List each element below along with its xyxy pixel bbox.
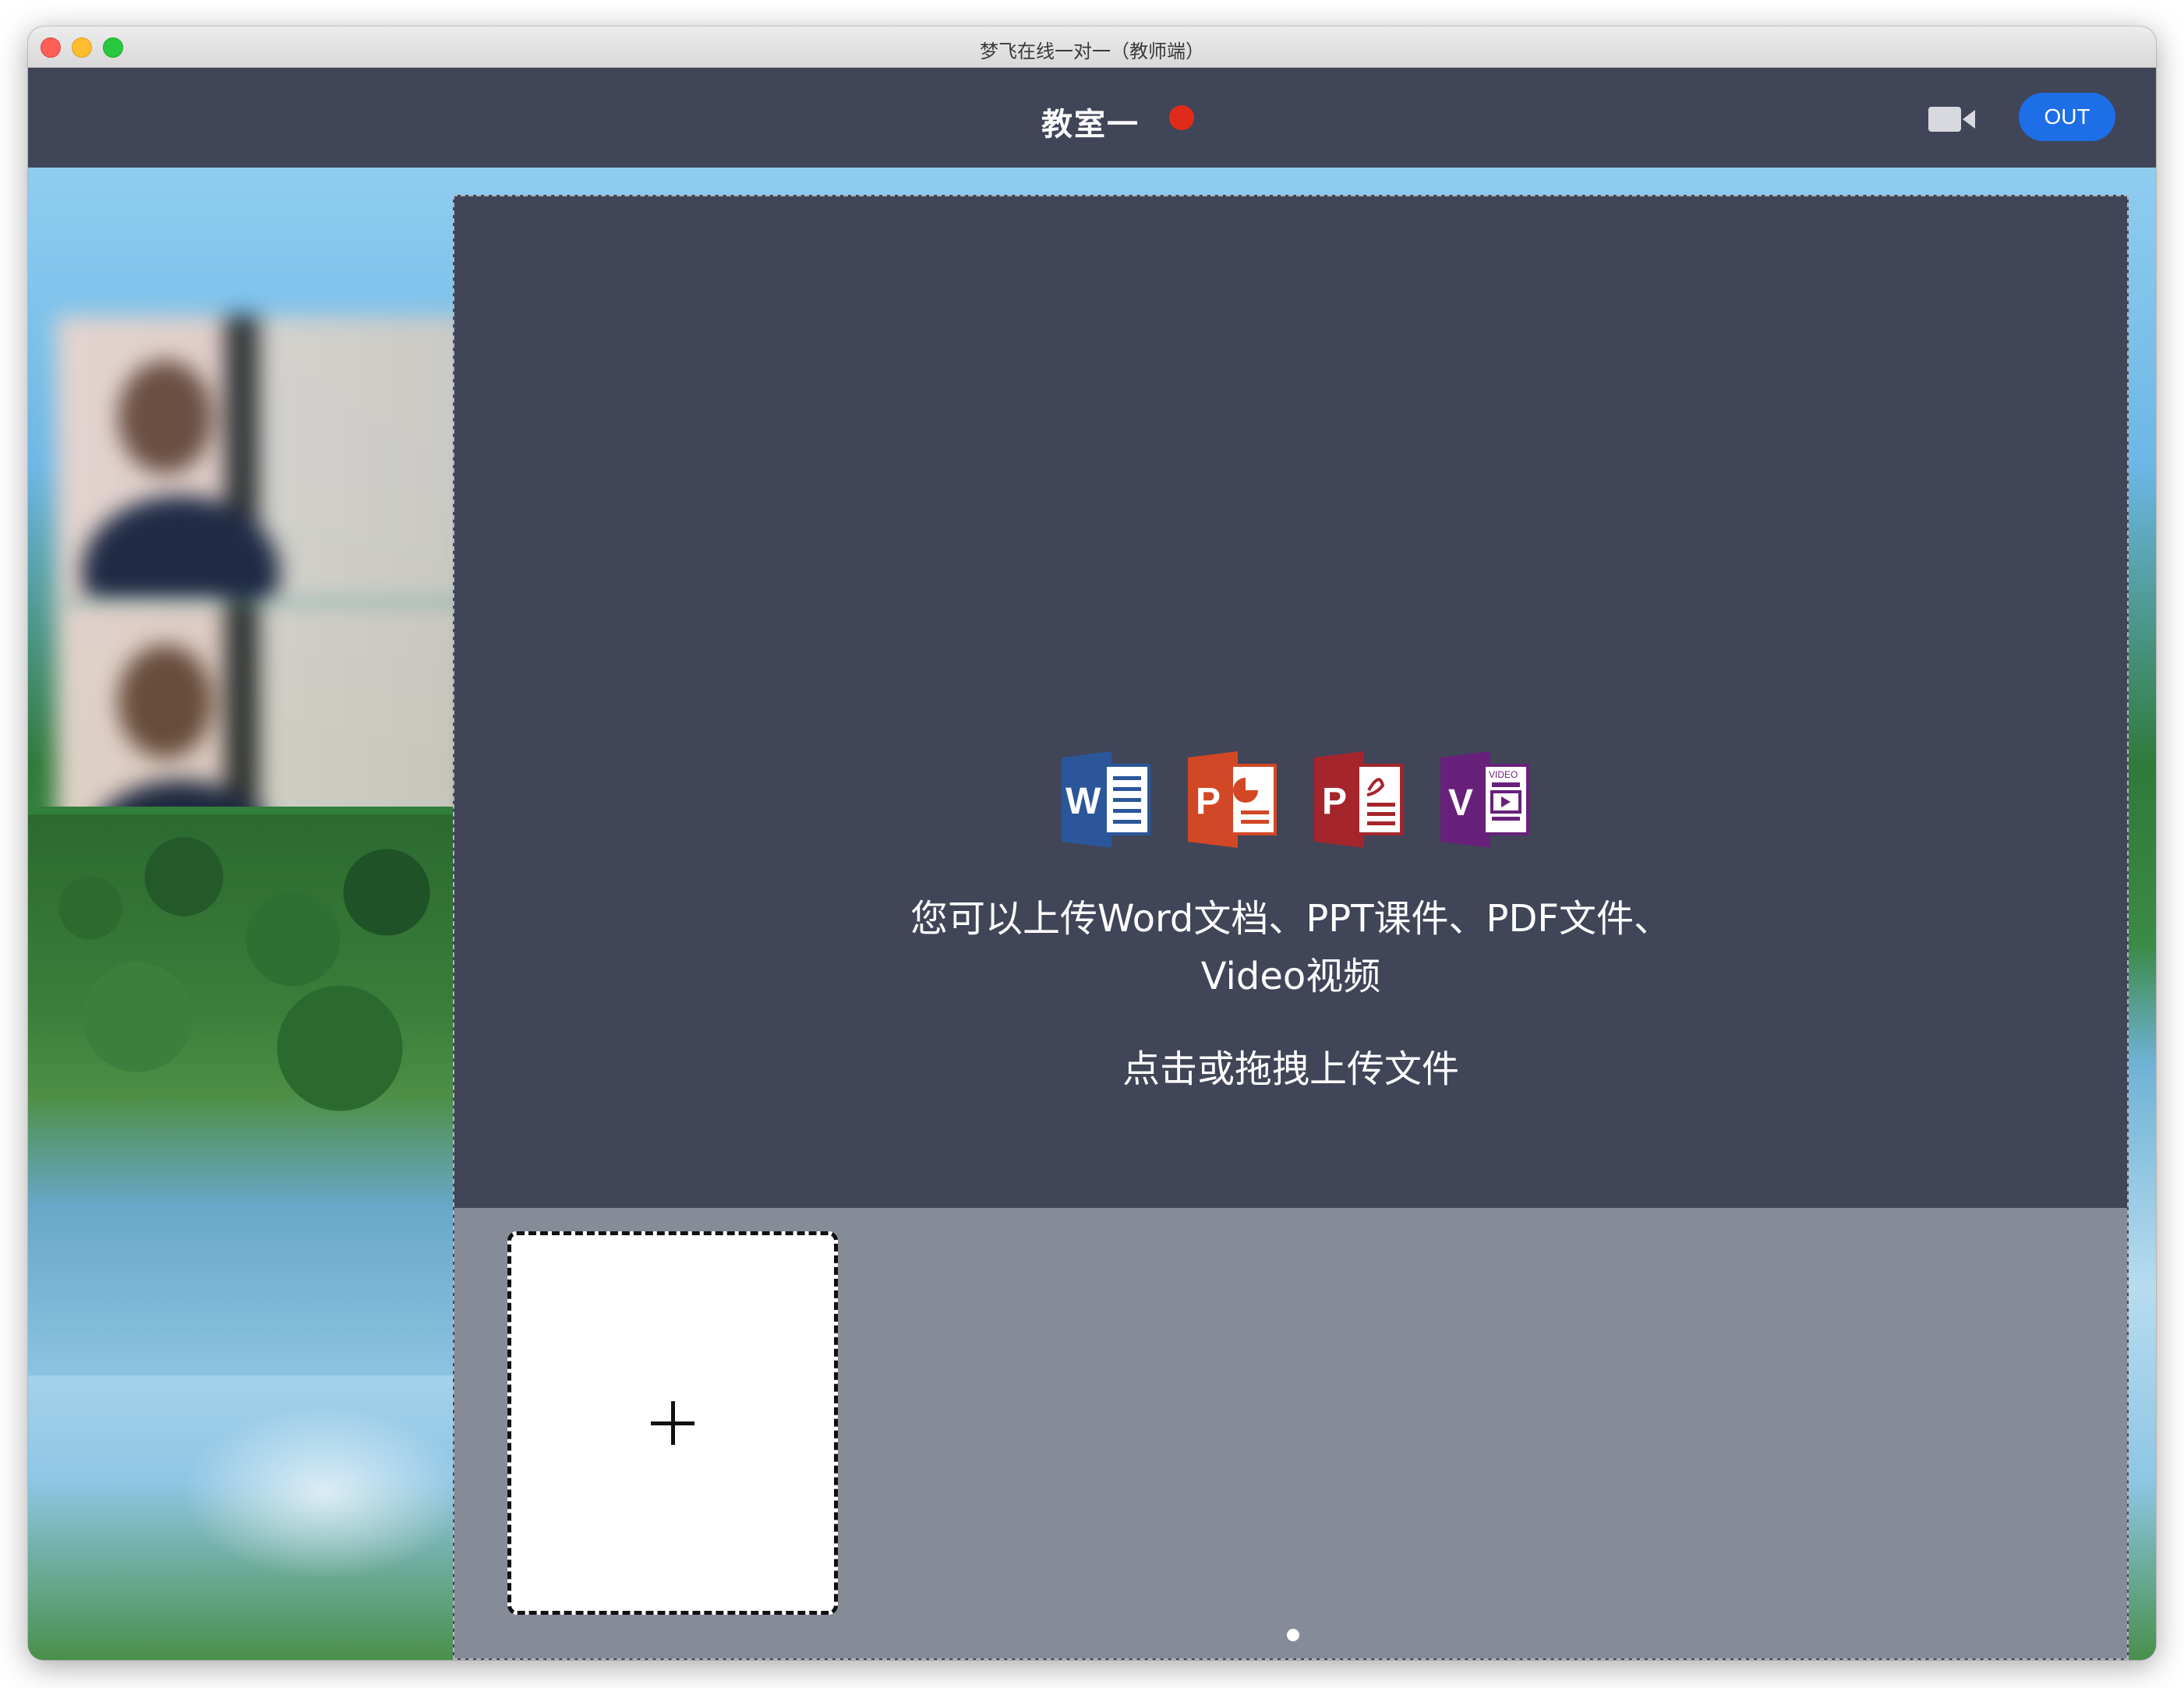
- upload-drop-zone[interactable]: W P P VIDEO V 您可以上传Word文档、PPT课件、PDF文件、Vi…: [454, 196, 2127, 1208]
- add-page-button[interactable]: [507, 1231, 838, 1615]
- svg-text:P: P: [1196, 781, 1221, 822]
- document-panel: W P P VIDEO V 您可以上传Word文档、PPT课件、PDF文件、Vi…: [453, 195, 2129, 1660]
- upload-hint[interactable]: 点击或拖拽上传文件: [454, 1038, 2127, 1093]
- word-icon: W: [1062, 751, 1150, 848]
- app-window: 梦飞在线一对一（教师端） 教室一 OUT W P P VIDEO V 您可以上传…: [28, 26, 2156, 1660]
- upload-description: 您可以上传Word文档、PPT课件、PDF文件、Video视频: [910, 897, 1672, 998]
- forest-image: [28, 814, 453, 1375]
- title-bar: 梦飞在线一对一（教师端）: [28, 26, 2156, 68]
- pdf-icon: P: [1314, 751, 1403, 848]
- svg-text:V: V: [1448, 782, 1473, 824]
- file-type-icons: W P P VIDEO V: [1057, 751, 1540, 848]
- svg-text:P: P: [1322, 781, 1347, 822]
- classroom-title: 教室一: [1041, 107, 1140, 143]
- app-header: 教室一 OUT: [28, 68, 2156, 168]
- svg-text:VIDEO: VIDEO: [1489, 769, 1518, 780]
- page-thumbnail-strip: [454, 1208, 2127, 1658]
- out-button[interactable]: OUT: [2019, 93, 2115, 141]
- video-panel: [28, 168, 465, 807]
- plus-icon: [651, 1401, 694, 1445]
- teacher-video[interactable]: [56, 316, 465, 604]
- window-title: 梦飞在线一对一（教师端）: [980, 41, 1204, 62]
- recording-indicator-icon: [1169, 105, 1194, 130]
- page-indicator-dot[interactable]: [1287, 1629, 1299, 1641]
- video-icon: VIDEO V: [1440, 751, 1529, 848]
- student-video[interactable]: [56, 600, 465, 807]
- svg-text:W: W: [1065, 781, 1101, 822]
- camera-icon[interactable]: [1928, 105, 1977, 133]
- powerpoint-icon: P: [1188, 751, 1277, 848]
